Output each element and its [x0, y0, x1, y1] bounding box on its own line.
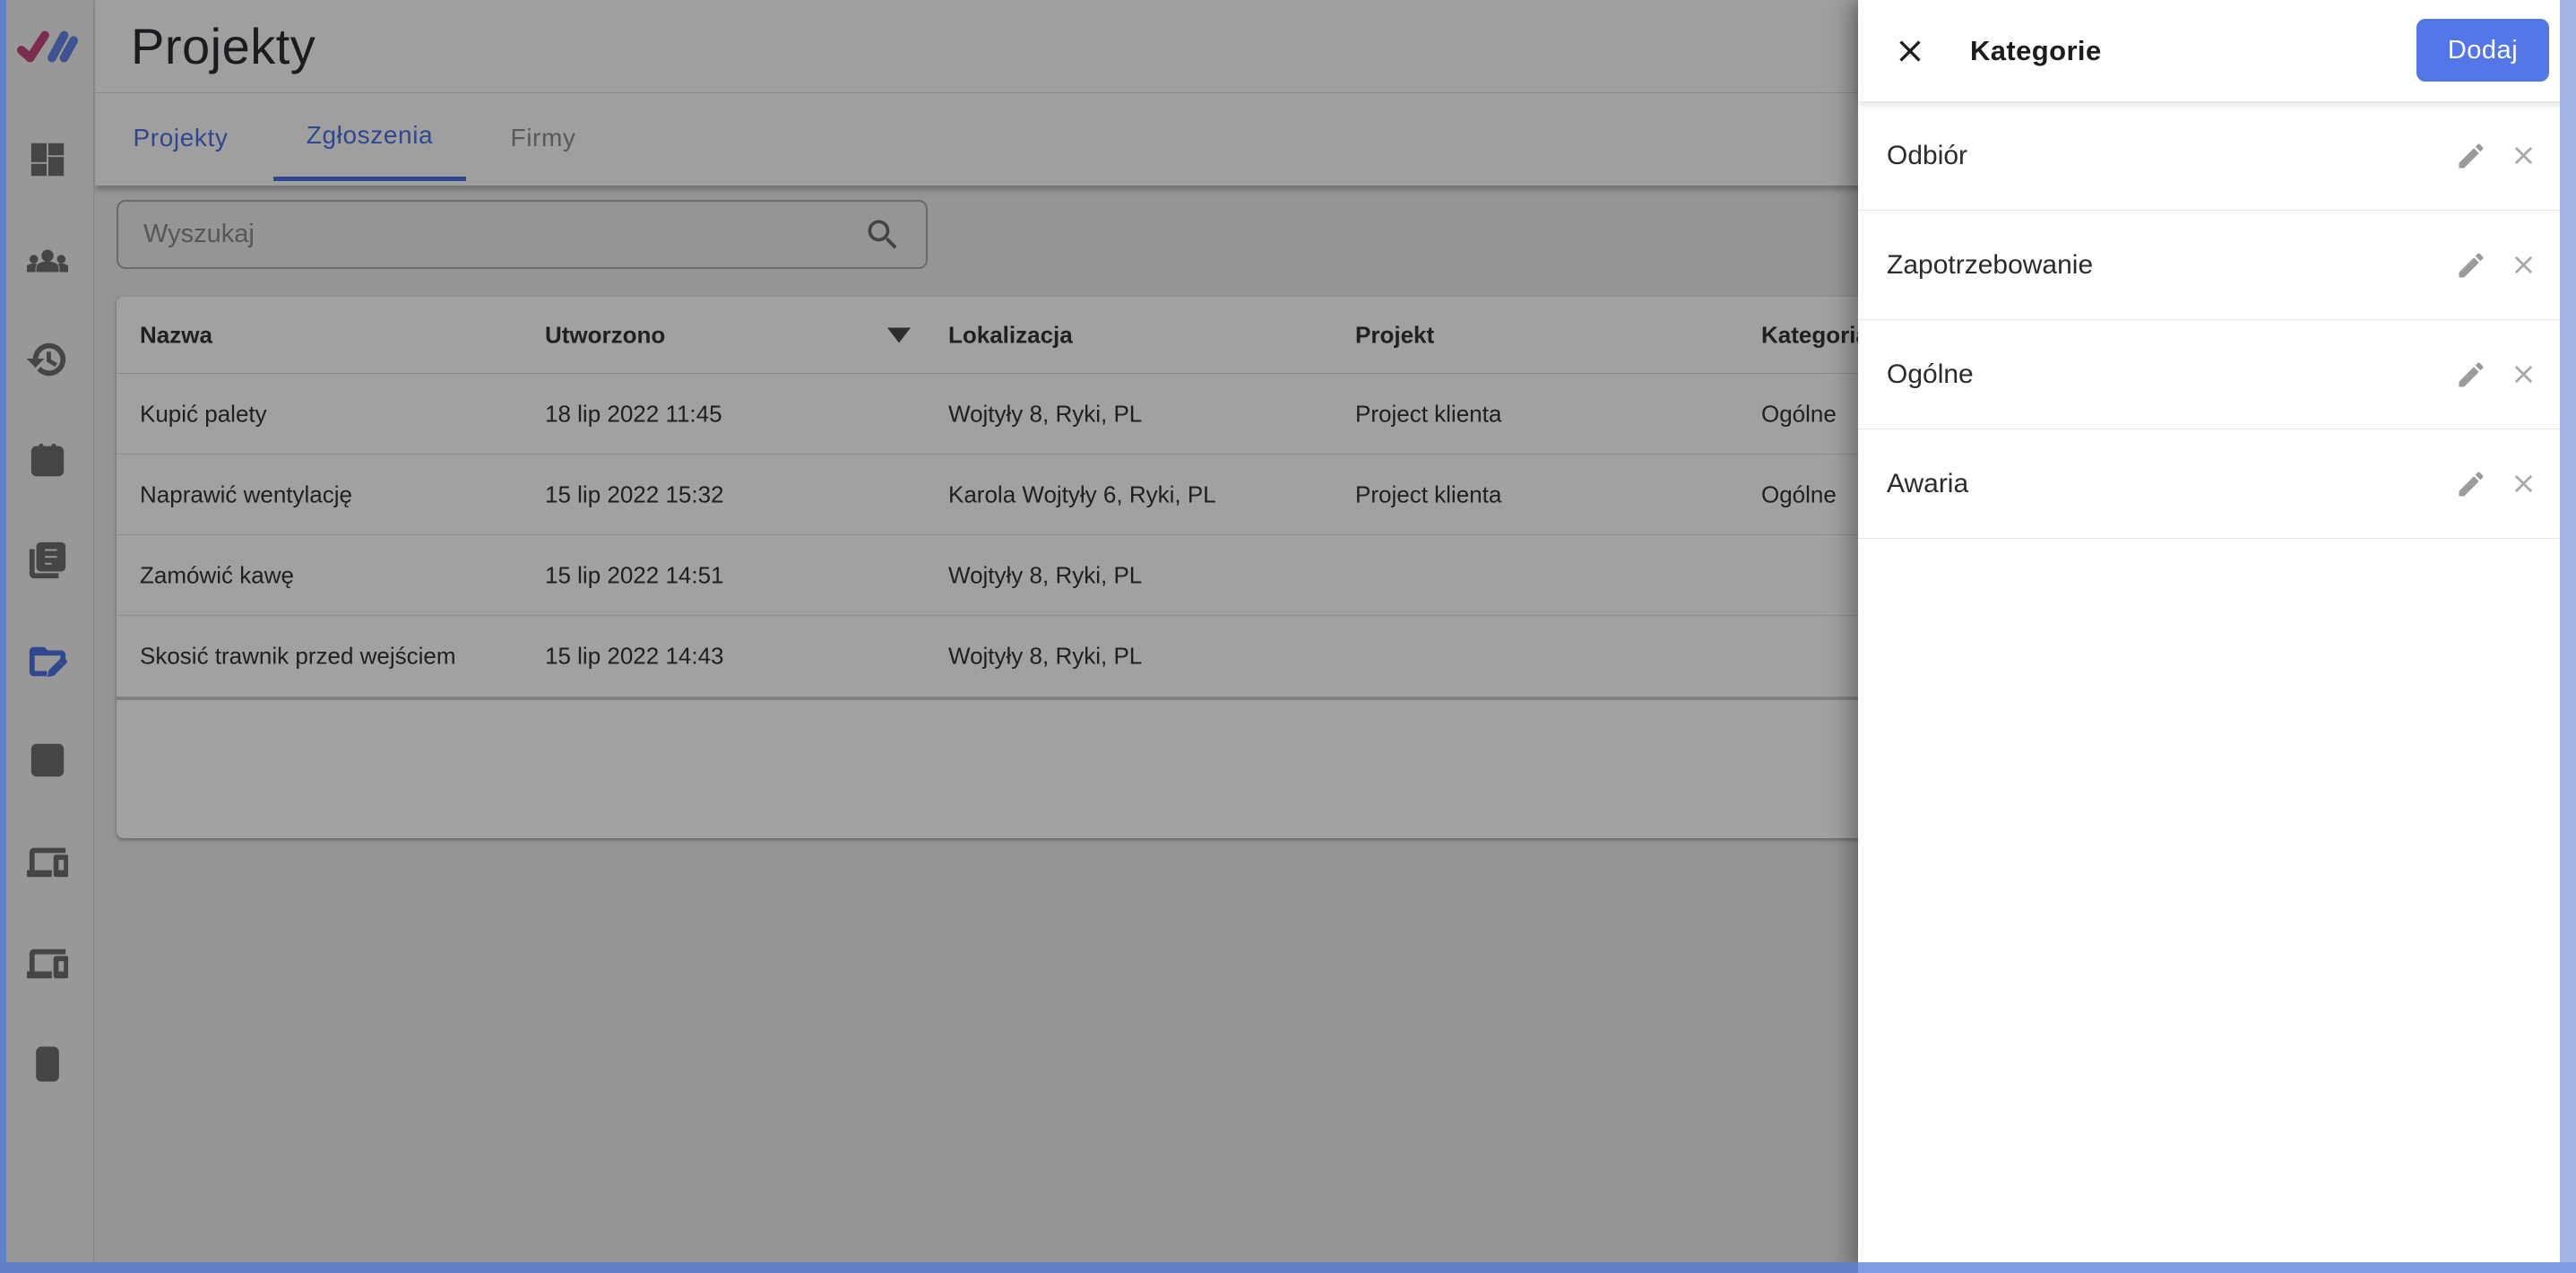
- edit-category-button[interactable]: [2454, 248, 2488, 282]
- edit-pencil-icon: [2459, 252, 2484, 277]
- window-border-bottom-left: [0, 1262, 1858, 1273]
- drawer-header: Kategorie Dodaj: [1858, 0, 2576, 101]
- category-row: Odbiór: [1858, 101, 2576, 211]
- window-border-right: [2560, 0, 2576, 1262]
- drawer-title: Kategorie: [1970, 34, 2102, 66]
- delete-category-button[interactable]: [2506, 248, 2540, 282]
- close-drawer-button[interactable]: [1890, 31, 1930, 71]
- window-border-bottom-right: [1858, 1262, 2576, 1273]
- app-window: Projekty Projekty Zgłoszenia Firmy Nazwa…: [0, 0, 2576, 1273]
- category-row: Awaria: [1858, 429, 2576, 539]
- category-name: Awaria: [1887, 468, 1969, 498]
- delete-x-icon: [2514, 255, 2532, 274]
- category-name: Odbiór: [1887, 140, 1968, 170]
- category-row: Zapotrzebowanie: [1858, 211, 2576, 320]
- categories-drawer: Kategorie Dodaj Odbiór Zapotrzebowanie O…: [1858, 0, 2576, 1273]
- delete-x-icon: [2514, 146, 2532, 165]
- edit-pencil-icon: [2459, 361, 2484, 386]
- edit-category-button[interactable]: [2454, 139, 2488, 173]
- edit-pencil-icon: [2459, 471, 2484, 496]
- delete-category-button[interactable]: [2506, 467, 2540, 501]
- add-category-button[interactable]: Dodaj: [2416, 19, 2549, 82]
- edit-category-button[interactable]: [2454, 467, 2488, 501]
- category-row: Ogólne: [1858, 320, 2576, 429]
- delete-category-button[interactable]: [2506, 358, 2540, 392]
- close-icon: [1899, 39, 1921, 62]
- category-name: Ogólne: [1887, 359, 1974, 389]
- edit-category-button[interactable]: [2454, 358, 2488, 392]
- delete-x-icon: [2514, 474, 2532, 493]
- edit-pencil-icon: [2459, 143, 2484, 168]
- category-name: Zapotrzebowanie: [1887, 249, 2094, 280]
- delete-category-button[interactable]: [2506, 139, 2540, 173]
- delete-x-icon: [2514, 365, 2532, 384]
- window-border-left: [0, 0, 6, 1262]
